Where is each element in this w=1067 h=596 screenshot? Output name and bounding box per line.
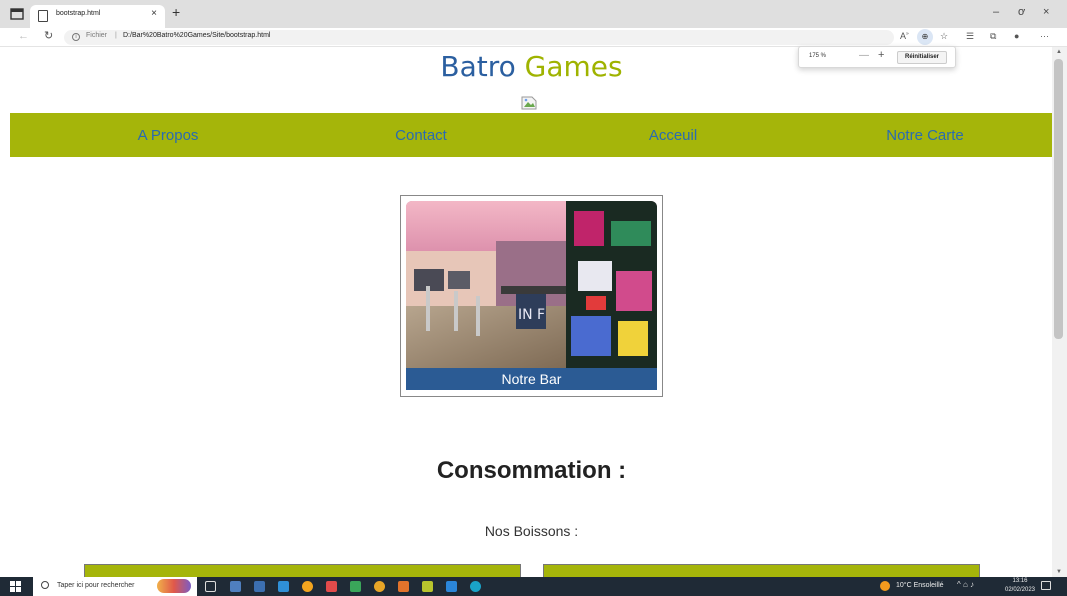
sheets-app-icon[interactable] [350, 581, 361, 592]
page-icon [38, 10, 48, 22]
search-highlight-image [157, 579, 191, 593]
system-tray-icons[interactable]: ^ ⌂ ♪ [957, 580, 974, 589]
nav-a-propos[interactable]: A Propos [138, 127, 199, 144]
browser-tab-bar: bootstrap.html × + – ơ × [0, 0, 1067, 28]
add-favorite-icon[interactable]: ☆ [940, 31, 948, 42]
vscode-icon[interactable] [446, 581, 457, 592]
tab-actions-icon[interactable] [10, 7, 24, 21]
favorites-icon[interactable]: ☰ [966, 31, 974, 42]
mail-app-icon[interactable] [278, 581, 289, 592]
zoom-in-button[interactable]: + [878, 49, 884, 61]
zoom-reset-button[interactable]: Réinitialiser [897, 51, 947, 64]
info-icon[interactable]: i [72, 33, 80, 41]
windows-start-icon[interactable] [10, 581, 21, 592]
git-app-icon[interactable] [398, 581, 409, 592]
clock-date[interactable]: 02/02/2023 [1004, 587, 1036, 593]
address-bar-row: ← ↻ i Fichier | D:/Bar%20Batro%20Games/S… [0, 28, 1067, 47]
read-aloud-icon[interactable]: A» [900, 31, 909, 41]
main-navbar: A Propos Contact Acceuil Notre Carte [10, 113, 1052, 157]
calendar-app-icon[interactable] [254, 581, 265, 592]
reload-icon[interactable]: ↻ [44, 29, 53, 42]
drink-card-right [543, 564, 980, 577]
nav-acceuil[interactable]: Acceuil [649, 127, 697, 144]
drink-card-left [84, 564, 521, 577]
bar-card[interactable]: IN F Notre Bar [400, 195, 663, 397]
page-viewport: Batro Games A Propos Contact Acceuil Not… [0, 47, 1052, 577]
notification-icon[interactable] [1041, 581, 1051, 590]
scroll-down-arrow[interactable]: ▼ [1056, 569, 1062, 575]
clock-time[interactable]: 13:16 [1008, 578, 1032, 584]
widgets-icon[interactable] [230, 581, 241, 592]
page-scrollbar[interactable]: ▲ ▼ [1052, 47, 1067, 577]
chrome-icon[interactable] [374, 581, 385, 592]
bar-caption: Notre Bar [406, 368, 657, 390]
zoom-level: 175 % [809, 53, 827, 59]
weather-icon[interactable] [880, 581, 890, 591]
windows-taskbar: Taper ici pour rechercher 10°C Ensoleill… [0, 577, 1067, 596]
firefox-icon[interactable] [302, 581, 313, 592]
store-icon[interactable] [326, 581, 337, 592]
restore-button[interactable]: ơ [1018, 6, 1025, 18]
tab-title: bootstrap.html [56, 10, 101, 17]
zoom-icon[interactable]: ⊕ [917, 29, 933, 45]
site-title-batro: Batro [440, 50, 516, 83]
collections-icon[interactable]: ⧉ [990, 31, 996, 42]
notepad-app-icon[interactable] [422, 581, 433, 592]
tab-close-button[interactable]: × [151, 8, 157, 19]
taskbar-search[interactable]: Taper ici pour rechercher [33, 577, 197, 596]
nav-contact[interactable]: Contact [395, 127, 447, 144]
minimize-button[interactable]: – [993, 6, 999, 18]
scroll-up-arrow[interactable]: ▲ [1056, 49, 1062, 55]
section-title: Consommation : [436, 457, 627, 484]
bar-photo: IN F [406, 201, 657, 368]
broken-image-icon [521, 96, 537, 110]
url-text[interactable]: D:/Bar%20Batro%20Games/Site/bootstrap.ht… [123, 32, 270, 39]
profile-icon[interactable]: ● [1014, 31, 1019, 41]
url-field[interactable]: i Fichier | D:/Bar%20Batro%20Games/Site/… [64, 30, 894, 45]
zoom-out-button[interactable]: — [859, 50, 869, 61]
new-tab-button[interactable]: + [172, 4, 180, 20]
site-title-games: Games [524, 50, 623, 83]
task-view-icon[interactable] [205, 581, 216, 592]
section-subtitle: Nos Boissons : [484, 523, 579, 539]
search-placeholder: Taper ici pour rechercher [57, 582, 135, 589]
close-window-button[interactable]: × [1043, 6, 1049, 18]
weather-text[interactable]: 10°C Ensoleillé [896, 582, 944, 589]
zoom-popup: 175 % — + Réinitialiser [798, 46, 956, 68]
svg-text:IN F: IN F [518, 307, 545, 323]
tab-bootstrap-html[interactable]: bootstrap.html × [30, 5, 165, 28]
url-separator: | [115, 32, 117, 39]
scroll-thumb[interactable] [1054, 59, 1063, 339]
nav-notre-carte[interactable]: Notre Carte [886, 127, 964, 144]
back-arrow-icon[interactable]: ← [18, 30, 29, 42]
search-icon [41, 581, 49, 589]
url-scheme-label: Fichier [86, 32, 108, 39]
more-menu-icon[interactable]: ··· [1040, 31, 1049, 41]
edge-icon[interactable] [470, 581, 481, 592]
